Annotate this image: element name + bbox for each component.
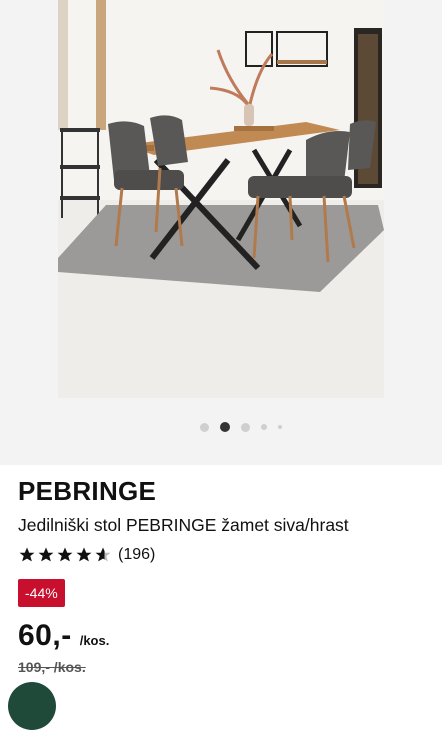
gallery-dot-5[interactable] [278, 425, 282, 429]
current-price: 60,- [18, 619, 72, 652]
gallery-dot-3[interactable] [241, 422, 250, 432]
star-icon [38, 547, 54, 562]
star-half-icon [95, 547, 111, 562]
discount-badge: -44% [18, 579, 65, 607]
gallery-pagination[interactable] [0, 421, 442, 433]
star-icon [57, 547, 73, 562]
image-gallery[interactable] [0, 0, 442, 465]
product-rating[interactable]: (196) [18, 544, 432, 566]
gallery-dot-4[interactable] [261, 424, 267, 430]
price-row: 60,- /kos. [18, 619, 432, 653]
star-icon [19, 547, 35, 562]
product-image[interactable] [58, 0, 384, 398]
star-icon [76, 547, 92, 562]
old-price: 109,- /kos. [18, 659, 86, 675]
product-photo-illustration [58, 0, 384, 398]
gallery-dot-2[interactable] [220, 422, 230, 432]
product-brand: PEBRINGE [18, 476, 157, 506]
rating-count[interactable]: (196) [118, 546, 155, 564]
rating-stars [18, 546, 112, 564]
floating-action-button[interactable] [8, 682, 56, 730]
product-info: PEBRINGE Jedilniški stol PEBRINGE žamet … [18, 476, 432, 675]
price-unit: /kos. [79, 633, 110, 648]
product-title: Jedilniški stol PEBRINGE žamet siva/hras… [18, 515, 349, 535]
gallery-dot-1[interactable] [200, 422, 209, 432]
